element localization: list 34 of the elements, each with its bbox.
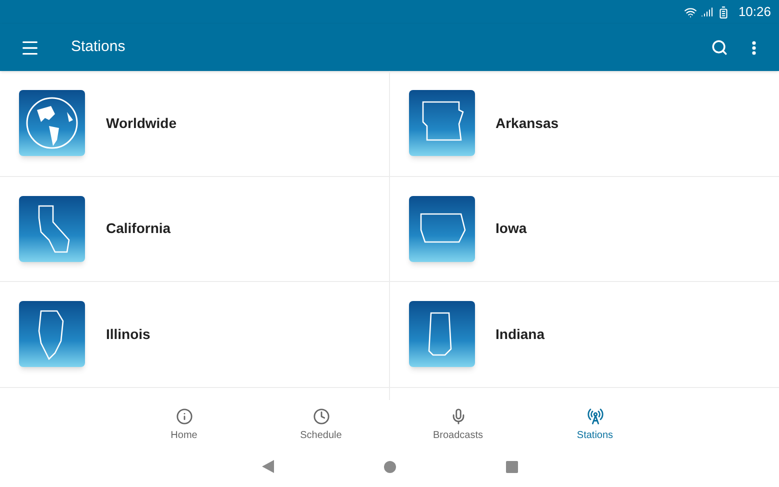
station-name: Arkansas xyxy=(496,114,559,133)
wifi-icon xyxy=(684,6,698,18)
state-outline-icon xyxy=(19,301,85,368)
station-name: Iowa xyxy=(496,219,527,238)
station-item[interactable]: Worldwide xyxy=(0,71,390,176)
station-name: Indiana xyxy=(496,324,545,344)
signal-icon xyxy=(701,6,714,18)
state-outline-icon xyxy=(408,196,474,262)
battery-icon xyxy=(717,6,730,18)
station-name: California xyxy=(106,219,171,238)
station-item[interactable]: Indiana xyxy=(390,282,779,388)
nav-tab[interactable]: Home xyxy=(116,400,252,450)
info-icon xyxy=(176,408,192,424)
recents-icon[interactable] xyxy=(506,460,518,472)
toolbar-title: Stations xyxy=(71,37,126,58)
home-icon[interactable] xyxy=(384,460,396,472)
back-icon[interactable] xyxy=(262,460,274,473)
nav-tab[interactable]: Broadcasts xyxy=(390,400,526,450)
station-name: Illinois xyxy=(106,324,150,344)
station-item[interactable]: Arkansas xyxy=(390,71,779,176)
station-item[interactable]: Illinois xyxy=(0,282,390,388)
state-outline-icon xyxy=(408,301,474,368)
more-icon xyxy=(752,40,756,54)
station-name: Worldwide xyxy=(106,114,177,133)
nav-tab[interactable]: Stations xyxy=(526,400,664,450)
state-outline-icon xyxy=(19,196,85,262)
globe-icon xyxy=(19,90,85,156)
antenna-icon xyxy=(586,408,604,424)
state-outline-icon xyxy=(408,90,474,156)
station-item[interactable]: Iowa xyxy=(390,176,779,282)
nav-tab[interactable]: Schedule xyxy=(252,400,390,450)
station-item[interactable]: California xyxy=(0,176,390,282)
clock-time: 10:26 xyxy=(738,3,771,22)
clock-icon xyxy=(312,408,330,424)
